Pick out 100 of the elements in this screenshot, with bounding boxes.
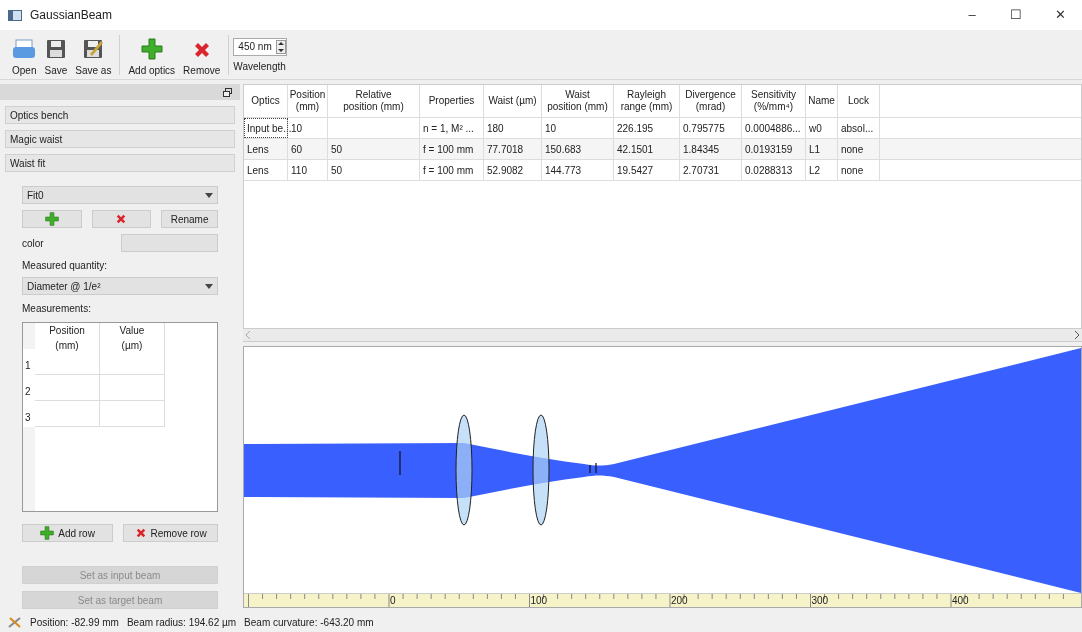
column-header[interactable]: Relative position (mm) [328,85,420,117]
window-control[interactable]: ☐ [994,0,1038,30]
quantity-label: Measured quantity: [22,259,109,273]
column-header[interactable]: Name [806,85,838,117]
status-text: Beam curvature: -643.20 mm [244,615,374,630]
table-cell[interactable]: w0 [809,120,822,136]
wavelength-label: Wavelength [233,59,286,74]
rename-button[interactable]: Rename [161,210,218,228]
section-tab[interactable]: Optics bench [5,106,235,124]
table-cell[interactable] [35,375,100,401]
ruler-label: 0 [390,595,396,607]
window-control[interactable]: ✕ [1038,0,1082,30]
table-cell[interactable]: Lens [247,141,269,157]
toolbar-button[interactable]: Save [40,31,72,78]
caret-icon [205,283,213,289]
table-cell[interactable]: 19.5427 [617,162,654,178]
float-icon[interactable] [223,87,232,97]
table-cell[interactable]: 0.795775 [683,120,725,136]
plus-icon [44,212,59,226]
column-header[interactable]: Waist position (mm) [542,85,614,117]
close-icon [115,213,128,225]
table-cell[interactable]: 110 [291,162,307,178]
table-cell[interactable]: absol... [841,120,874,136]
close-icon [134,527,147,539]
ruler-label: 400 [952,595,969,607]
table-cell[interactable]: 2.70731 [683,162,720,178]
table-cell[interactable]: 50 [331,162,343,178]
toolbar-button[interactable]: Save as [71,31,116,78]
color-label: color [22,236,44,251]
status-text: Position: -82.99 mm [30,615,119,630]
table-cell[interactable]: 52.9082 [487,162,524,178]
table-cell[interactable]: f = 100 mm [423,141,474,157]
table-cell[interactable]: Lens [247,162,269,178]
plus-icon [140,37,163,60]
table-cell[interactable]: 42.1501 [617,141,654,157]
ruler-label: 300 [811,595,829,607]
column-header[interactable]: Position (mm) [288,85,328,117]
plus-icon [40,526,55,540]
section-tab[interactable]: Waist fit [5,154,235,172]
table-cell[interactable]: 10 [291,120,303,136]
floppy-pen-icon [82,37,105,60]
table-cell[interactable]: 150.683 [545,141,582,157]
column-header[interactable]: Rayleigh range (mm) [614,85,680,117]
table-cell[interactable]: L1 [809,141,821,157]
wavelength-spinbox[interactable]: 450 nm [233,37,287,56]
column-header[interactable]: Sensitivity (%/mm⁴) [742,85,806,117]
table-cell[interactable]: 0.0193159 [745,141,793,157]
toolbar-button[interactable]: Open [8,31,41,78]
table-cell[interactable] [100,401,165,427]
table-cell[interactable]: 0.0288313 [745,162,793,178]
column-header[interactable]: Waist (µm) [484,85,542,117]
column-header: Position (mm) [35,323,100,351]
column-header[interactable]: Divergence (mrad) [680,85,742,117]
color-swatch[interactable] [121,234,218,252]
measurements-label: Measurements: [22,302,92,316]
app-icon [8,9,22,21]
row-number: 2 [23,375,35,401]
column-header[interactable]: Lock [838,85,880,117]
table-cell[interactable]: n = 1, M² ... [423,120,474,136]
table-cell[interactable]: 0.0004886... [745,120,801,136]
table-cell[interactable]: 10 [545,120,557,136]
table-cell[interactable]: 50 [331,141,343,157]
column-header[interactable]: Properties [420,85,484,117]
fit-select[interactable]: Fit0 [22,186,218,204]
table-cell[interactable] [35,401,100,427]
caret-icon [205,192,213,198]
table-cell[interactable]: none [841,162,864,178]
tools-icon [8,616,22,628]
status-text: Beam radius: 194.62 µm [126,615,237,630]
add-row-button[interactable]: Add row [22,524,114,542]
scroll-left-icon[interactable] [246,331,251,339]
section-tab[interactable]: Magic waist [5,130,235,148]
column-header[interactable]: Optics [244,85,288,117]
table-cell[interactable]: none [841,141,864,157]
horizontal-scrollbar[interactable] [243,329,1082,342]
toolbar-button[interactable]: Add optics [124,31,180,78]
remove-row-button[interactable]: Remove row [123,524,218,542]
row-number: 3 [23,401,35,427]
remove-fit-button[interactable] [91,210,152,228]
table-cell[interactable] [35,351,100,375]
toolbar-button[interactable]: Remove [179,31,225,78]
window-title: GaussianBeam [30,7,113,24]
table-cell[interactable]: 1.84345 [683,141,720,157]
row-number: 1 [23,349,35,375]
quantity-select[interactable]: Diameter @ 1/e² [22,277,218,295]
table-cell[interactable]: 144.773 [545,162,582,178]
table-cell[interactable]: f = 100 mm [423,162,474,178]
add-fit-button[interactable] [22,210,82,228]
table-cell[interactable] [100,351,165,375]
column-header: Value (µm) [100,323,165,351]
table-cell[interactable]: 226.195 [617,120,654,136]
ruler-label: 100 [530,595,548,607]
table-cell[interactable]: 77.7018 [487,141,524,157]
table-cell[interactable]: Input be... [247,120,292,136]
table-cell[interactable]: 180 [487,120,504,136]
scroll-right-icon[interactable] [1074,331,1079,339]
table-cell[interactable] [100,375,165,401]
window-control[interactable]: – [950,0,994,30]
table-cell[interactable]: L2 [809,162,821,178]
table-cell[interactable]: 60 [291,141,303,157]
